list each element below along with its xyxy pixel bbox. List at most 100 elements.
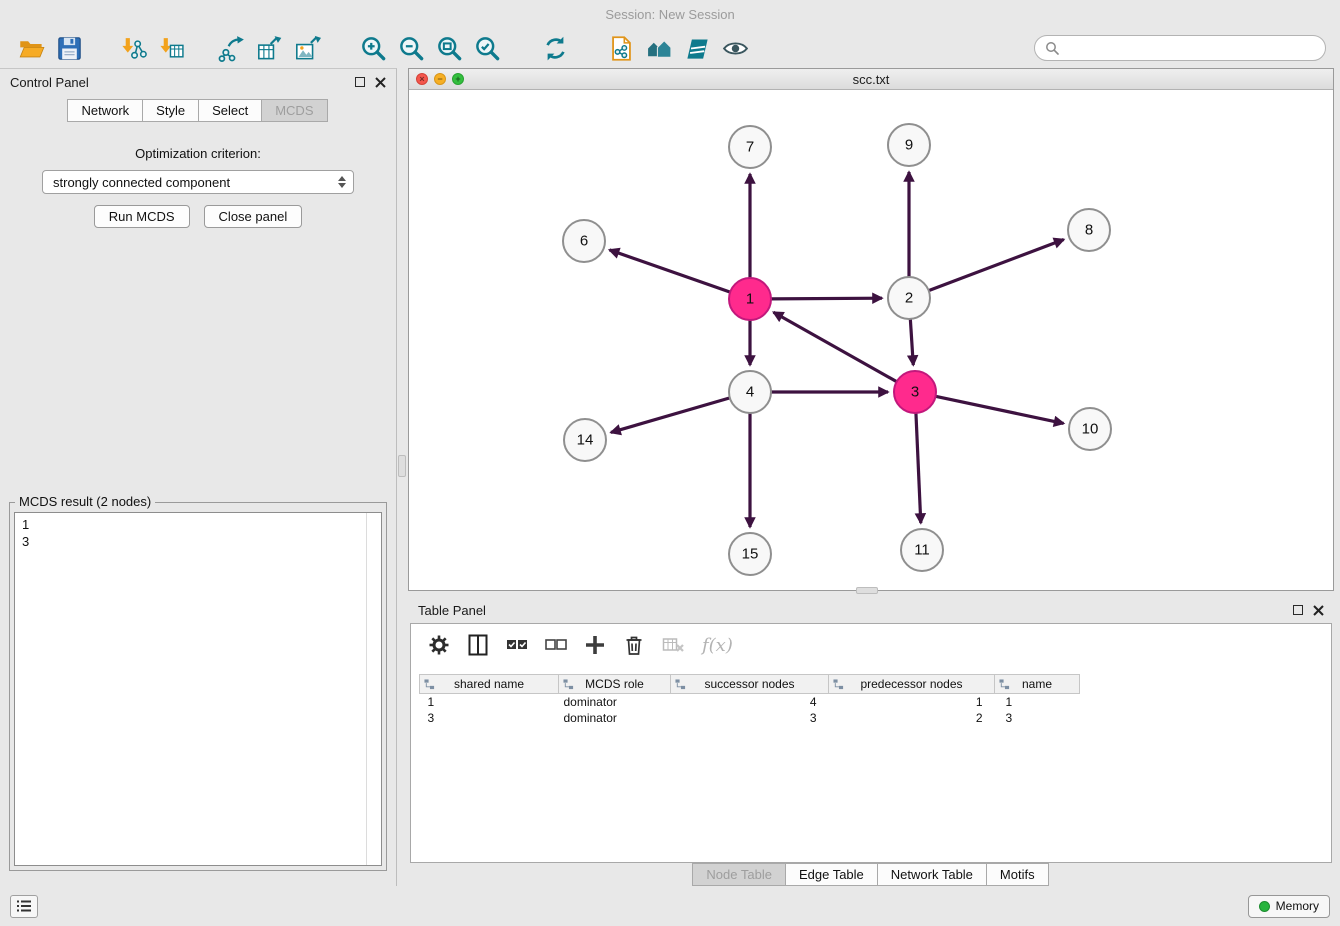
column-header-shared-name[interactable]: shared name bbox=[420, 675, 559, 694]
save-session-button[interactable] bbox=[50, 31, 88, 65]
export-table-button[interactable] bbox=[250, 31, 288, 65]
result-scrollbar[interactable] bbox=[366, 513, 367, 865]
float-table-panel-icon[interactable] bbox=[1293, 605, 1303, 615]
node-table-cell[interactable]: 4 bbox=[671, 694, 829, 710]
close-panel-icon[interactable] bbox=[375, 77, 386, 88]
column-header-mcds-role[interactable]: MCDS role bbox=[559, 675, 671, 694]
network-overview-button[interactable] bbox=[640, 31, 678, 65]
graph-node-1[interactable]: 1 bbox=[729, 278, 771, 320]
tab-mcds[interactable]: MCDS bbox=[261, 99, 327, 122]
table-settings-button[interactable] bbox=[425, 631, 453, 659]
network-window-titlebar[interactable]: scc.txt bbox=[409, 69, 1333, 90]
node-table-cell[interactable]: dominator bbox=[559, 694, 671, 710]
node-table-cell[interactable]: 1 bbox=[829, 694, 995, 710]
node-table-cell[interactable]: dominator bbox=[559, 710, 671, 726]
node-table-cell[interactable]: 3 bbox=[995, 710, 1080, 726]
edge-2-to-8[interactable] bbox=[929, 240, 1064, 291]
graph-node-10[interactable]: 10 bbox=[1069, 408, 1111, 450]
table-tab-node-table[interactable]: Node Table bbox=[692, 863, 786, 886]
vertical-splitter-handle[interactable] bbox=[398, 455, 406, 477]
function-builder-button[interactable]: f(x) bbox=[698, 635, 733, 656]
open-session-document-button[interactable] bbox=[602, 31, 640, 65]
delete-table-icon bbox=[661, 633, 685, 657]
refresh-layout-button[interactable] bbox=[536, 31, 574, 65]
node-table-row[interactable]: 3dominator323 bbox=[420, 710, 1080, 726]
delete-column-button[interactable] bbox=[620, 631, 648, 659]
column-header-name[interactable]: name bbox=[995, 675, 1080, 694]
import-network-button[interactable] bbox=[114, 31, 152, 65]
tab-select[interactable]: Select bbox=[198, 99, 262, 122]
network-canvas[interactable]: 7 9 6 8 1 2 4 3 14 10 15 11 bbox=[409, 90, 1333, 590]
graph-node-14[interactable]: 14 bbox=[564, 419, 606, 461]
graph-node-6[interactable]: 6 bbox=[563, 220, 605, 262]
zoom-fit-button[interactable] bbox=[430, 31, 468, 65]
edge-3-to-10[interactable] bbox=[936, 396, 1064, 423]
show-column-panel-button[interactable] bbox=[464, 631, 492, 659]
edge-3-to-1[interactable] bbox=[774, 312, 897, 381]
delete-table-button[interactable] bbox=[659, 631, 687, 659]
table-panel-title: Table Panel bbox=[418, 603, 486, 618]
node-table-cell[interactable]: 3 bbox=[671, 710, 829, 726]
close-panel-button[interactable]: Close panel bbox=[204, 205, 303, 228]
graph-node-11[interactable]: 11 bbox=[901, 529, 943, 571]
node-table-cell[interactable]: 1 bbox=[995, 694, 1080, 710]
memory-label: Memory bbox=[1276, 899, 1319, 913]
homes-icon bbox=[646, 35, 673, 62]
graph-node-3[interactable]: 3 bbox=[894, 371, 936, 413]
graph-node-7[interactable]: 7 bbox=[729, 126, 771, 168]
graph-node-8[interactable]: 8 bbox=[1068, 209, 1110, 251]
select-all-columns-button[interactable] bbox=[503, 631, 531, 659]
close-window-icon[interactable] bbox=[416, 73, 428, 85]
node-table-row[interactable]: 1dominator411 bbox=[420, 694, 1080, 710]
table-tab-network-table[interactable]: Network Table bbox=[877, 863, 987, 886]
edge-1-to-2[interactable] bbox=[771, 298, 882, 299]
column-header-predecessor-nodes[interactable]: predecessor nodes bbox=[829, 675, 995, 694]
edge-1-to-6[interactable] bbox=[609, 250, 730, 292]
memory-button[interactable]: Memory bbox=[1248, 895, 1330, 918]
mcds-result-scroll[interactable]: 1 3 bbox=[14, 512, 382, 866]
table-tab-motifs[interactable]: Motifs bbox=[986, 863, 1049, 886]
panel-list-button[interactable] bbox=[10, 895, 38, 918]
edge-3-to-11[interactable] bbox=[916, 413, 921, 523]
dropdown-value: strongly connected component bbox=[53, 175, 230, 190]
edge-4-to-14[interactable] bbox=[611, 398, 730, 433]
horizontal-splitter-handle[interactable] bbox=[856, 587, 878, 594]
mcds-result-box: MCDS result (2 nodes) 1 3 bbox=[9, 502, 387, 871]
table-panel-header: Table Panel bbox=[408, 597, 1334, 623]
annotation-flag-button[interactable] bbox=[678, 31, 716, 65]
table-tab-edge-table[interactable]: Edge Table bbox=[785, 863, 878, 886]
search-box[interactable] bbox=[1034, 35, 1326, 61]
graph-node-2[interactable]: 2 bbox=[888, 277, 930, 319]
node-table-cell[interactable]: 2 bbox=[829, 710, 995, 726]
edge-2-to-3[interactable] bbox=[910, 319, 913, 365]
import-network-icon bbox=[120, 35, 147, 62]
create-column-button[interactable] bbox=[581, 631, 609, 659]
export-image-button[interactable] bbox=[288, 31, 326, 65]
run-mcds-button[interactable]: Run MCDS bbox=[94, 205, 190, 228]
node-table: shared nameMCDS rolesuccessor nodesprede… bbox=[419, 674, 1080, 726]
zoom-out-button[interactable] bbox=[392, 31, 430, 65]
window-titlebar: Session: New Session bbox=[0, 0, 1340, 28]
show-hide-details-button[interactable] bbox=[716, 31, 754, 65]
zoom-selected-button[interactable] bbox=[468, 31, 506, 65]
graph-node-9[interactable]: 9 bbox=[888, 124, 930, 166]
zoom-in-button[interactable] bbox=[354, 31, 392, 65]
node-table-cell[interactable]: 3 bbox=[420, 710, 559, 726]
float-panel-icon[interactable] bbox=[355, 77, 365, 87]
maximize-window-icon[interactable] bbox=[452, 73, 464, 85]
export-network-button[interactable] bbox=[212, 31, 250, 65]
open-file-button[interactable] bbox=[12, 31, 50, 65]
minimize-window-icon[interactable] bbox=[434, 73, 446, 85]
graph-node-4[interactable]: 4 bbox=[729, 371, 771, 413]
column-header-successor-nodes[interactable]: successor nodes bbox=[671, 675, 829, 694]
optimization-dropdown[interactable]: strongly connected component bbox=[42, 170, 354, 194]
tab-network[interactable]: Network bbox=[67, 99, 143, 122]
graph-node-15[interactable]: 15 bbox=[729, 533, 771, 575]
node-table-cell[interactable]: 1 bbox=[420, 694, 559, 710]
unselect-all-columns-button[interactable] bbox=[542, 631, 570, 659]
import-table-button[interactable] bbox=[152, 31, 190, 65]
tab-style[interactable]: Style bbox=[142, 99, 199, 122]
search-input[interactable] bbox=[1065, 41, 1315, 56]
close-table-panel-icon[interactable] bbox=[1313, 605, 1324, 616]
node-label: 15 bbox=[742, 546, 759, 563]
